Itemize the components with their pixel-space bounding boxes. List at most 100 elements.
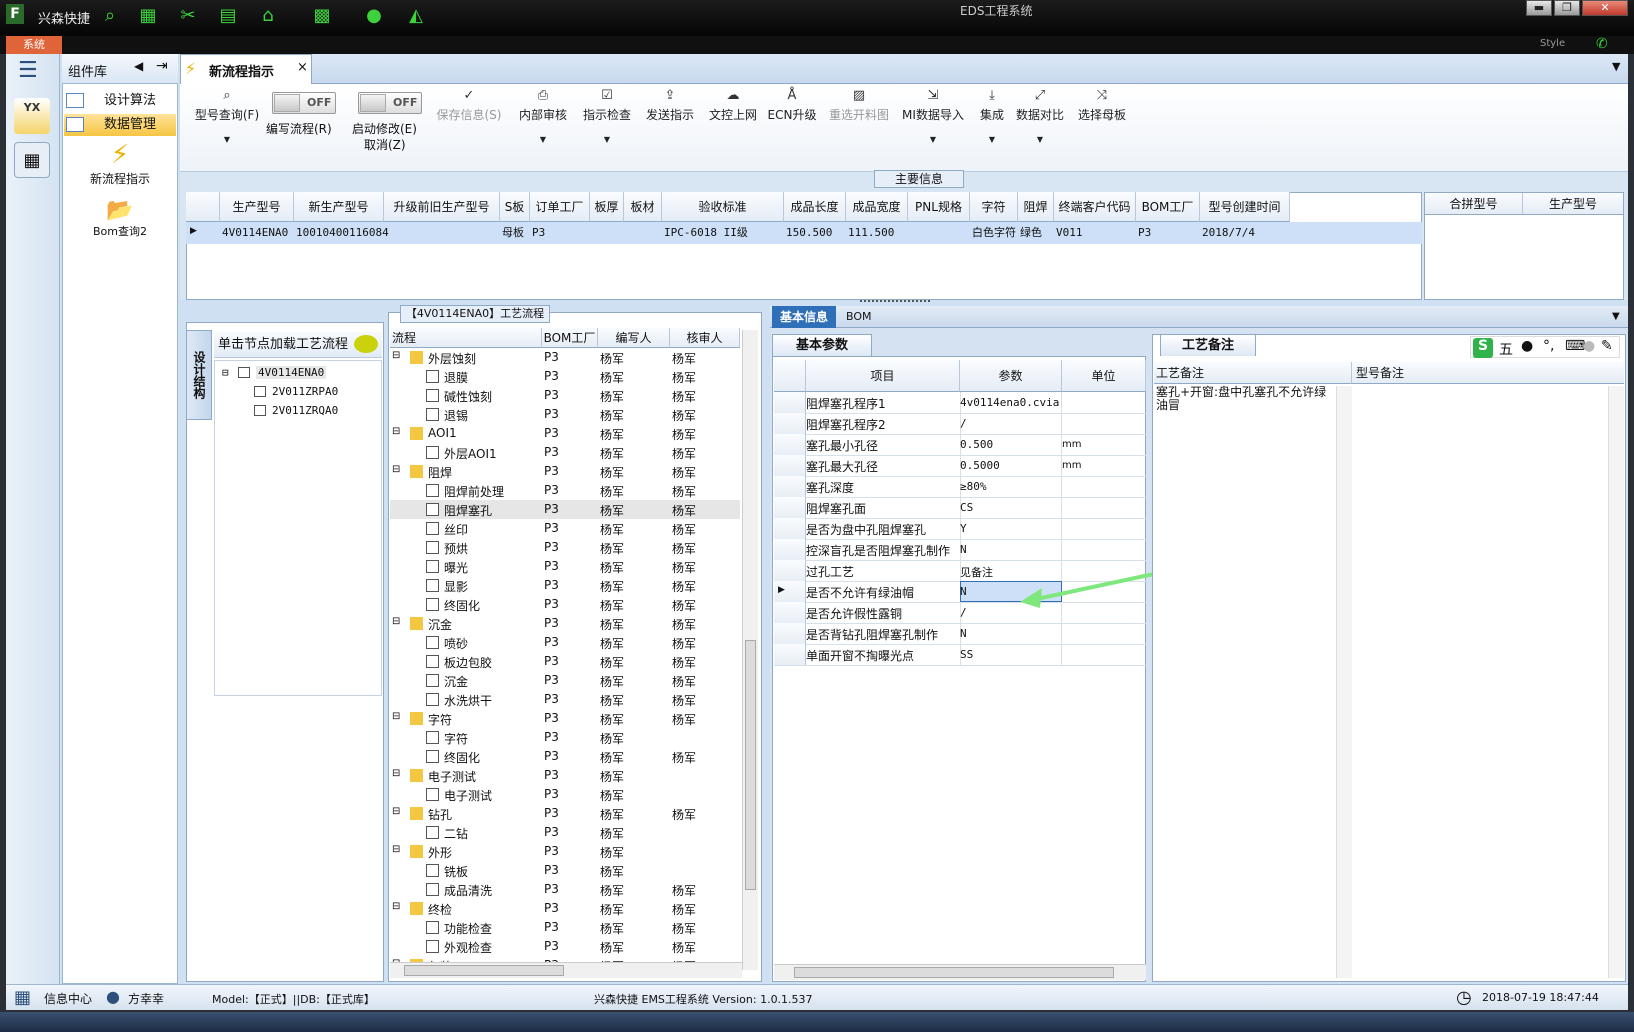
main-cell[interactable] — [592, 222, 624, 244]
tab-close-icon[interactable]: × — [297, 60, 308, 75]
merge-col-header[interactable]: 生产型号 — [1523, 193, 1623, 215]
param-value-cell[interactable] — [960, 497, 1062, 518]
main-col-header[interactable]: 终端客户代码 — [1054, 192, 1136, 222]
tree-expander-icon[interactable]: ⊟ — [222, 366, 229, 379]
flow-row[interactable]: ⊟ 沉金 P3 杨军 杨军 — [390, 614, 740, 633]
main-col-header[interactable]: PNL规格 — [908, 192, 970, 222]
flow-col-header[interactable]: BOM工厂 — [542, 328, 598, 348]
query-button[interactable]: ⌕ 型号查询(F) ▼ — [190, 88, 264, 144]
main-cell[interactable]: 150.500 — [786, 222, 846, 244]
param-row[interactable]: 阻焊塞孔程序2 / — [774, 413, 1146, 435]
main-cell[interactable]: 10010400116084 — [296, 222, 389, 244]
flow-row[interactable]: 沉金 P3 杨军 杨军 — [390, 671, 740, 690]
param-row-header[interactable] — [774, 539, 806, 560]
windows-grid-icon[interactable]: ▦ — [14, 987, 31, 1008]
flow-row[interactable]: 水洗烘干 P3 杨军 杨军 — [390, 690, 740, 709]
main-col-header[interactable]: 生产型号 — [220, 192, 294, 222]
model-note-scrollbar[interactable] — [1608, 386, 1624, 978]
user-icon[interactable]: ● — [1583, 338, 1595, 354]
main-cell[interactable] — [910, 222, 970, 244]
style-label[interactable]: Style — [1540, 38, 1565, 49]
main-col-header[interactable]: 板厚 — [590, 192, 624, 222]
toggle-write-flow[interactable]: OFF — [272, 92, 336, 114]
main-col-header[interactable]: 订单工厂 — [530, 192, 590, 222]
param-value-cell[interactable] — [960, 644, 1062, 665]
component-new-flow[interactable]: ⚡ 新流程指示 — [64, 140, 176, 187]
tree-expander-icon[interactable]: ⊟ — [392, 350, 400, 361]
flow-row[interactable]: 功能检查 P3 杨军 杨军 — [390, 918, 740, 937]
main-col-header[interactable]: 升级前旧生产型号 — [384, 192, 500, 222]
main-cell[interactable]: 2018/7/4 — [1202, 222, 1290, 244]
param-row[interactable]: 塞孔最小孔径 0.500 mm — [774, 434, 1146, 456]
basic-params-tab[interactable]: 基本参数 — [772, 334, 872, 356]
flow-row[interactable]: 铣板 P3 杨军 — [390, 861, 740, 880]
app-logo-icon[interactable]: F — [6, 4, 24, 24]
param-col-header[interactable]: 项目 — [806, 360, 960, 392]
param-row-header[interactable] — [774, 560, 806, 581]
tree-expander-icon[interactable]: ⊟ — [392, 768, 400, 779]
main-cell[interactable] — [386, 222, 500, 244]
tree-node-root[interactable]: 4V0114ENA0 — [256, 366, 327, 379]
tree-checkbox[interactable] — [254, 405, 266, 416]
component-item-design[interactable]: 设计算法 — [64, 90, 176, 112]
minimize-button[interactable]: ▬ — [1526, 0, 1552, 16]
scissors-icon[interactable]: ✂ — [176, 4, 200, 28]
tab-bom[interactable]: BOM — [846, 310, 872, 323]
save-button[interactable]: ✓ 保存信息(S) — [432, 88, 506, 123]
flow-row[interactable]: ⊟ 外形 P3 杨军 — [390, 842, 740, 861]
param-row[interactable]: 是否为盘中孔阻焊塞孔 Y — [774, 518, 1146, 540]
tab-basic-info[interactable]: 基本信息 — [772, 306, 836, 328]
main-col-header[interactable]: 新生产型号 — [294, 192, 384, 222]
flow-row[interactable]: 曝光 P3 杨军 杨军 — [390, 557, 740, 576]
lock-icon[interactable]: ⌂ — [256, 4, 280, 28]
data-compare-button[interactable]: ⤢ 数据对比 ▼ — [1014, 88, 1066, 144]
flow-row[interactable]: 阻焊塞孔 P3 杨军 杨军 — [390, 500, 740, 519]
param-col-header[interactable]: 单位 — [1062, 360, 1146, 392]
chart-icon[interactable]: ◭ — [404, 4, 428, 28]
flow-row[interactable]: 碱性蚀刻 P3 杨军 杨军 — [390, 386, 740, 405]
process-note-text[interactable]: 塞孔+开窗:盘中孔塞孔不允许绿油冒 — [1156, 386, 1334, 412]
param-row[interactable]: 塞孔最大孔径 0.5000 mm — [774, 455, 1146, 477]
param-row-header-corner[interactable] — [774, 360, 806, 392]
param-value-cell[interactable] — [960, 518, 1062, 539]
flow-row[interactable]: 终固化 P3 杨军 杨军 — [390, 595, 740, 614]
main-cell[interactable]: P3 — [1138, 222, 1200, 244]
nav-yx-icon[interactable]: YX — [14, 98, 50, 134]
scrollbar-thumb[interactable] — [745, 640, 756, 890]
main-cell[interactable]: 白色字符 — [972, 222, 1018, 244]
tab-new-flow[interactable]: ⚡ 新流程指示 × — [180, 54, 312, 84]
splitter-handle[interactable] — [860, 300, 930, 304]
param-row[interactable]: 阻焊塞孔程序1 4v0114ena0.cvia — [774, 392, 1146, 414]
main-col-header[interactable]: 阻焊 — [1018, 192, 1054, 222]
tree-node[interactable]: 2V011ZRPA0 — [272, 385, 338, 398]
param-row-header[interactable] — [774, 518, 806, 539]
main-cell[interactable]: 母板 — [502, 222, 530, 244]
flow-row[interactable]: ⊟ 电子测试 P3 杨军 — [390, 766, 740, 785]
param-row-header[interactable] — [774, 392, 806, 413]
tree-expander-icon[interactable]: ⊟ — [392, 426, 400, 437]
apps-icon[interactable]: ▩ — [310, 4, 334, 28]
tree-expander-icon[interactable]: ⊟ — [392, 711, 400, 722]
flow-row[interactable]: 外层AOI1 P3 杨军 杨军 — [390, 443, 740, 462]
phone-icon[interactable]: ✆ — [1596, 36, 1608, 52]
param-horizontal-scrollbar[interactable] — [774, 964, 1146, 980]
main-col-header[interactable]: BOM工厂 — [1136, 192, 1200, 222]
collapse-left-icon[interactable]: ◀ — [134, 59, 143, 73]
select-mother-board-button[interactable]: ⤨ 选择母板 — [1074, 88, 1130, 123]
flow-col-header[interactable]: 流程 — [390, 328, 542, 348]
flow-row[interactable]: 退膜 P3 杨军 杨军 — [390, 367, 740, 386]
flow-row[interactable]: 二钻 P3 杨军 — [390, 823, 740, 842]
menu-icon[interactable]: ☰ — [18, 60, 46, 82]
param-row-header[interactable]: ▶ — [774, 581, 806, 602]
component-item-data[interactable]: 数据管理 — [64, 114, 176, 136]
param-row[interactable]: 阻焊塞孔面 CS — [774, 497, 1146, 519]
flow-row[interactable]: ⊟ 字符 P3 杨军 杨军 — [390, 709, 740, 728]
ime-mode[interactable]: 五 — [1499, 339, 1513, 359]
main-cell[interactable]: 111.500 — [848, 222, 908, 244]
flow-row[interactable]: 外观检查 P3 杨军 杨军 — [390, 937, 740, 956]
main-cell[interactable] — [626, 222, 662, 244]
flow-row[interactable]: 成品清洗 P3 杨军 杨军 — [390, 880, 740, 899]
info-center[interactable]: 信息中心 — [44, 990, 92, 1007]
flow-row[interactable]: ⊟ 终检 P3 杨军 杨军 — [390, 899, 740, 918]
param-row[interactable]: 是否背钻孔阻焊塞孔制作 N — [774, 623, 1146, 645]
